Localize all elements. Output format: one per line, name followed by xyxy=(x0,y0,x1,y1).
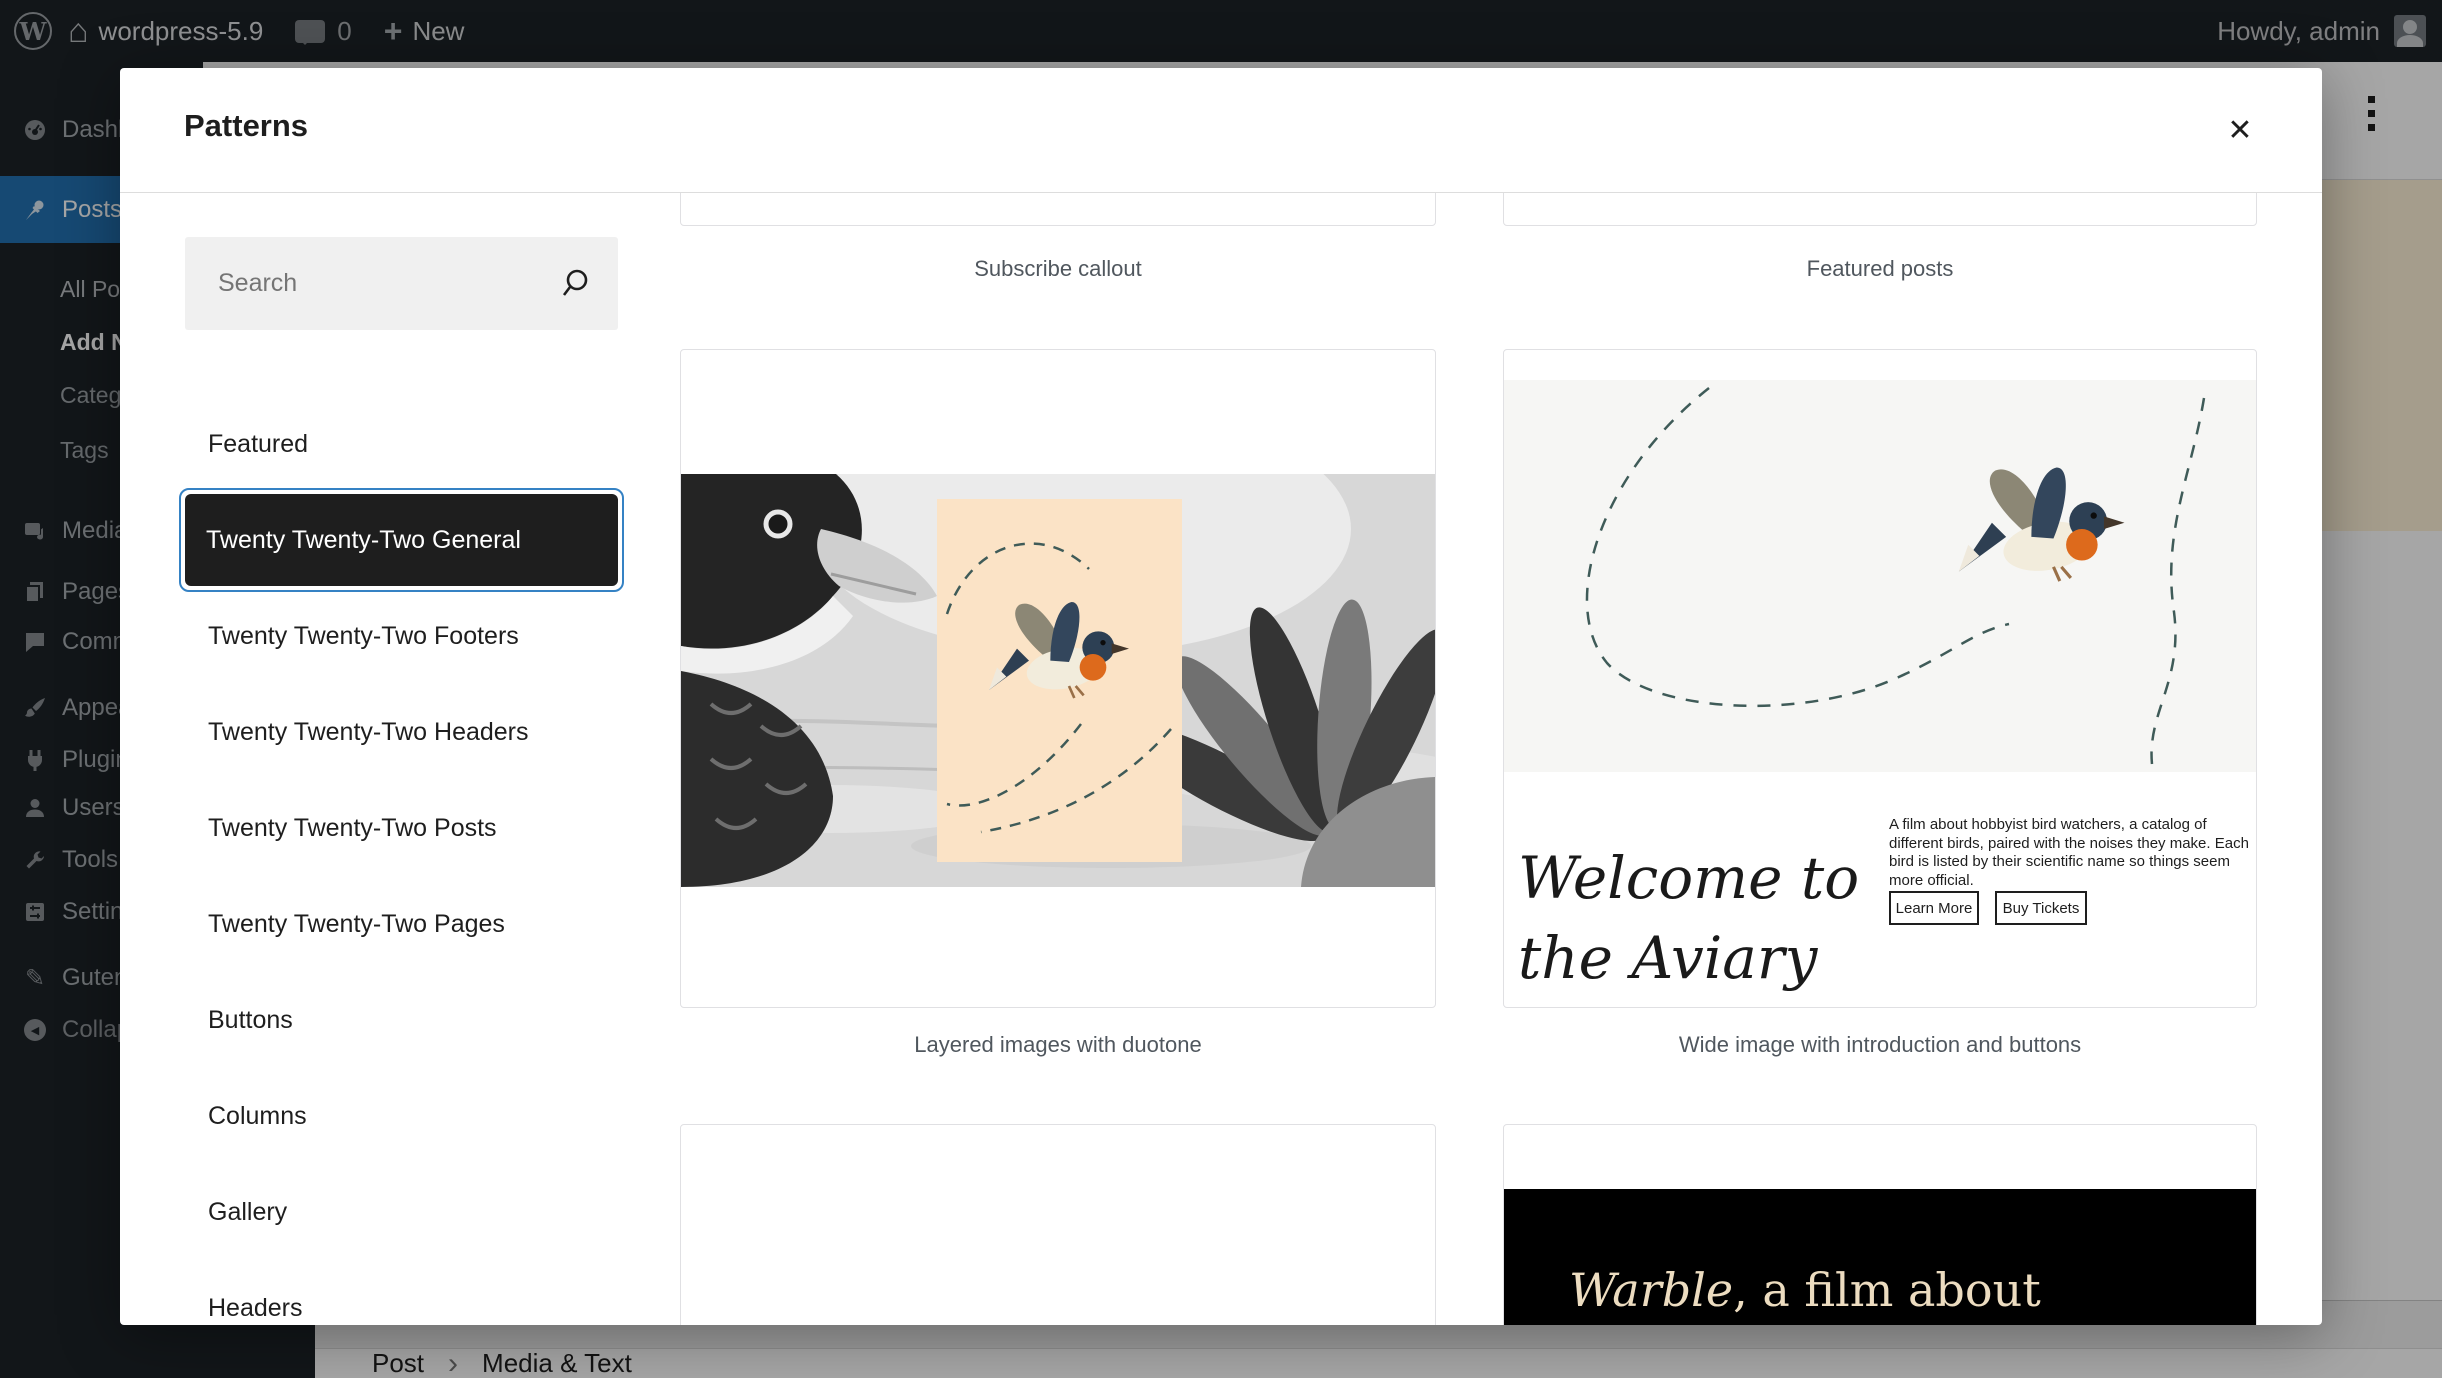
category-headers[interactable]: Headers xyxy=(183,1279,620,1325)
screen: W ⌂ wordpress-5.9 0 + New Howdy, admin D… xyxy=(0,0,2442,1378)
buy-tickets-button[interactable]: Buy Tickets xyxy=(1995,891,2087,925)
category-columns[interactable]: Columns xyxy=(183,1087,620,1145)
category-featured[interactable]: Featured xyxy=(183,415,620,473)
category-label: Gallery xyxy=(208,1197,288,1226)
category-twenty-twenty-two-general[interactable]: Twenty Twenty-Two General xyxy=(179,488,624,592)
category-buttons[interactable]: Buttons xyxy=(183,991,620,1049)
aviary-paragraph: A film about hobbyist bird watchers, a c… xyxy=(1889,816,2249,889)
warble-cover-block: Warble, a film about hobbyist bird watch… xyxy=(1504,1189,2256,1325)
pattern-label: Wide image with introduction and buttons xyxy=(1678,1032,2082,1057)
pattern-card-featured-posts[interactable] xyxy=(1503,193,2257,226)
pattern-card-warble[interactable]: Warble, a film about hobbyist bird watch… xyxy=(1503,1124,2257,1325)
category-twenty-twenty-two-pages[interactable]: Twenty Twenty-Two Pages xyxy=(183,895,620,953)
category-label: Twenty Twenty-Two Posts xyxy=(208,813,497,842)
category-label: Columns xyxy=(208,1101,307,1130)
search-input[interactable] xyxy=(185,237,618,330)
category-label: Twenty Twenty-Two Pages xyxy=(208,909,505,938)
category-label: Buttons xyxy=(208,1005,293,1034)
pattern-label: Featured posts xyxy=(1806,256,1954,281)
category-label: Twenty Twenty-Two Headers xyxy=(208,717,529,746)
close-button[interactable]: ✕ xyxy=(2212,102,2268,158)
learn-more-button[interactable]: Learn More xyxy=(1889,891,1979,925)
pattern-label: Subscribe callout xyxy=(974,256,1142,281)
category-label: Headers xyxy=(208,1293,303,1322)
modal-title: Patterns xyxy=(184,108,309,143)
category-label-selected: Twenty Twenty-Two General xyxy=(206,525,521,554)
category-label: Featured xyxy=(208,429,309,458)
category-twenty-twenty-two-footers[interactable]: Twenty Twenty-Two Footers xyxy=(183,607,620,665)
category-twenty-twenty-two-headers[interactable]: Twenty Twenty-Two Headers xyxy=(183,703,620,761)
search-icon xyxy=(558,265,594,306)
close-icon: ✕ xyxy=(2227,113,2253,147)
patterns-modal: Patterns ✕ Featured Twenty Twenty-Two Ge… xyxy=(120,68,2322,1325)
pattern-search-box xyxy=(185,237,618,330)
duotone-duck-image xyxy=(681,474,1435,887)
pattern-grid: Subscribe callout Featured posts Layered… xyxy=(680,193,2322,1325)
aviary-flight-image xyxy=(1504,380,2256,772)
pattern-label: Layered images with duotone xyxy=(914,1032,1202,1057)
category-twenty-twenty-two-posts[interactable]: Twenty Twenty-Two Posts xyxy=(183,799,620,857)
category-label: Twenty Twenty-Two Footers xyxy=(208,621,519,650)
modal-header: Patterns ✕ xyxy=(120,68,2322,193)
category-gallery[interactable]: Gallery xyxy=(183,1183,620,1241)
warble-heading-line1: Warble, a film about xyxy=(1569,1263,2041,1317)
pattern-card-wide-image[interactable]: Welcome to the Aviary A film about hobby… xyxy=(1503,349,2257,1008)
warble-heading-line2: hobbyist bird watchers xyxy=(1569,1321,2106,1325)
pattern-card-subscribe-callout[interactable] xyxy=(680,193,1436,226)
pattern-card-layered-duotone[interactable] xyxy=(680,349,1436,1008)
pattern-card-blank[interactable] xyxy=(680,1124,1436,1325)
